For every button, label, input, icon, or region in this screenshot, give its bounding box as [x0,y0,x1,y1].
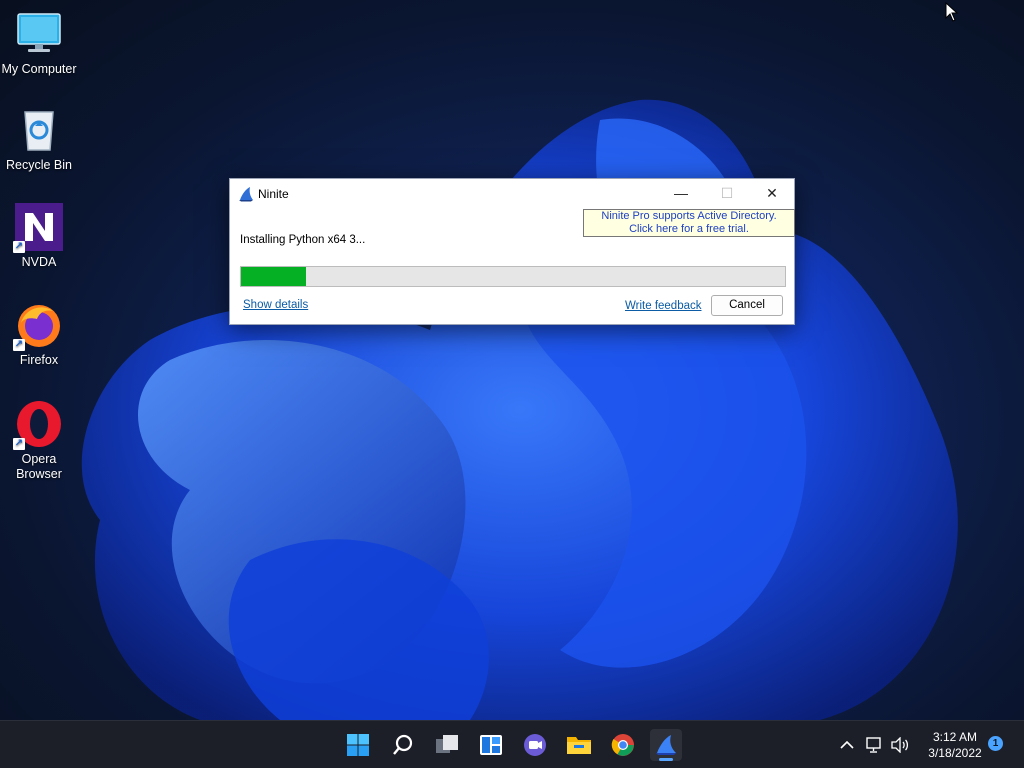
desktop-icon-label: My Computer [1,62,77,76]
desktop-icon-firefox[interactable]: ↗ Firefox [0,301,78,368]
desktop-icon-opera[interactable]: ↗ Opera Browser [0,400,78,482]
desktop-icon-label: Firefox [19,353,59,367]
task-view-icon[interactable] [431,729,463,761]
taskbar-clock[interactable]: 3:12 AM 3/18/2022 [912,729,998,761]
clock-time: 3:12 AM [932,730,978,744]
install-progress-bar [240,266,786,287]
desktop-icon-recycle-bin[interactable]: Recycle Bin [0,106,78,173]
cancel-button[interactable]: Cancel [711,295,783,316]
shortcut-arrow-icon: ↗ [13,438,25,450]
firefox-icon: ↗ [13,301,63,351]
title-bar[interactable]: Ninite — ☐ ✕ [230,179,794,209]
ninite-dialog: Ninite — ☐ ✕ Ninite Pro supports Active … [229,178,795,325]
desktop-icon-label: Opera Browser [16,452,62,481]
shortcut-arrow-icon: ↗ [13,241,25,253]
chrome-icon[interactable] [607,729,639,761]
nvda-icon: ↗ [13,203,63,253]
desktop-icon-label: NVDA [21,255,57,269]
desktop-icon-label: Recycle Bin [6,158,72,172]
notification-badge[interactable]: 1 [988,736,1003,751]
close-button[interactable]: ✕ [749,179,795,207]
teams-chat-icon[interactable] [519,729,551,761]
maximize-button[interactable]: ☐ [704,179,750,207]
volume-icon[interactable] [887,729,913,761]
taskbar: 3:12 AM 3/18/2022 [0,720,1024,768]
show-details-link[interactable]: Show details [243,299,308,311]
wallpaper [81,99,958,720]
ninite-icon [238,186,254,202]
monitor-icon [15,10,63,58]
minimize-button[interactable]: — [658,179,704,207]
progress-fill [241,267,307,286]
clock-date: 3/18/2022 [928,746,982,760]
show-hidden-icons-chevron-icon[interactable] [832,729,862,761]
write-feedback-link[interactable]: Write feedback [625,300,702,312]
promo-line-2: Click here for a free trial. [629,223,749,235]
start-icon[interactable] [342,729,374,761]
network-icon[interactable] [862,729,888,761]
ninite-pro-promo[interactable]: Ninite Pro supports Active Directory. Cl… [583,209,795,237]
desktop-icon-nvda[interactable]: ↗ NVDA [0,203,78,270]
mouse-cursor-icon [945,2,959,22]
file-explorer-icon[interactable] [563,729,595,761]
promo-line-1: Ninite Pro supports Active Directory. [601,210,777,222]
opera-icon: ↗ [13,400,63,450]
ninite-taskbar-icon[interactable] [650,729,682,761]
widgets-icon[interactable] [475,729,507,761]
recycle-bin-icon [15,106,63,154]
install-status-text: Installing Python x64 3... [240,234,366,246]
search-icon[interactable] [387,729,419,761]
desktop-icon-my-computer[interactable]: My Computer [0,10,78,77]
shortcut-arrow-icon: ↗ [13,339,25,351]
active-app-indicator [659,758,673,761]
dialog-title: Ninite [258,187,289,201]
